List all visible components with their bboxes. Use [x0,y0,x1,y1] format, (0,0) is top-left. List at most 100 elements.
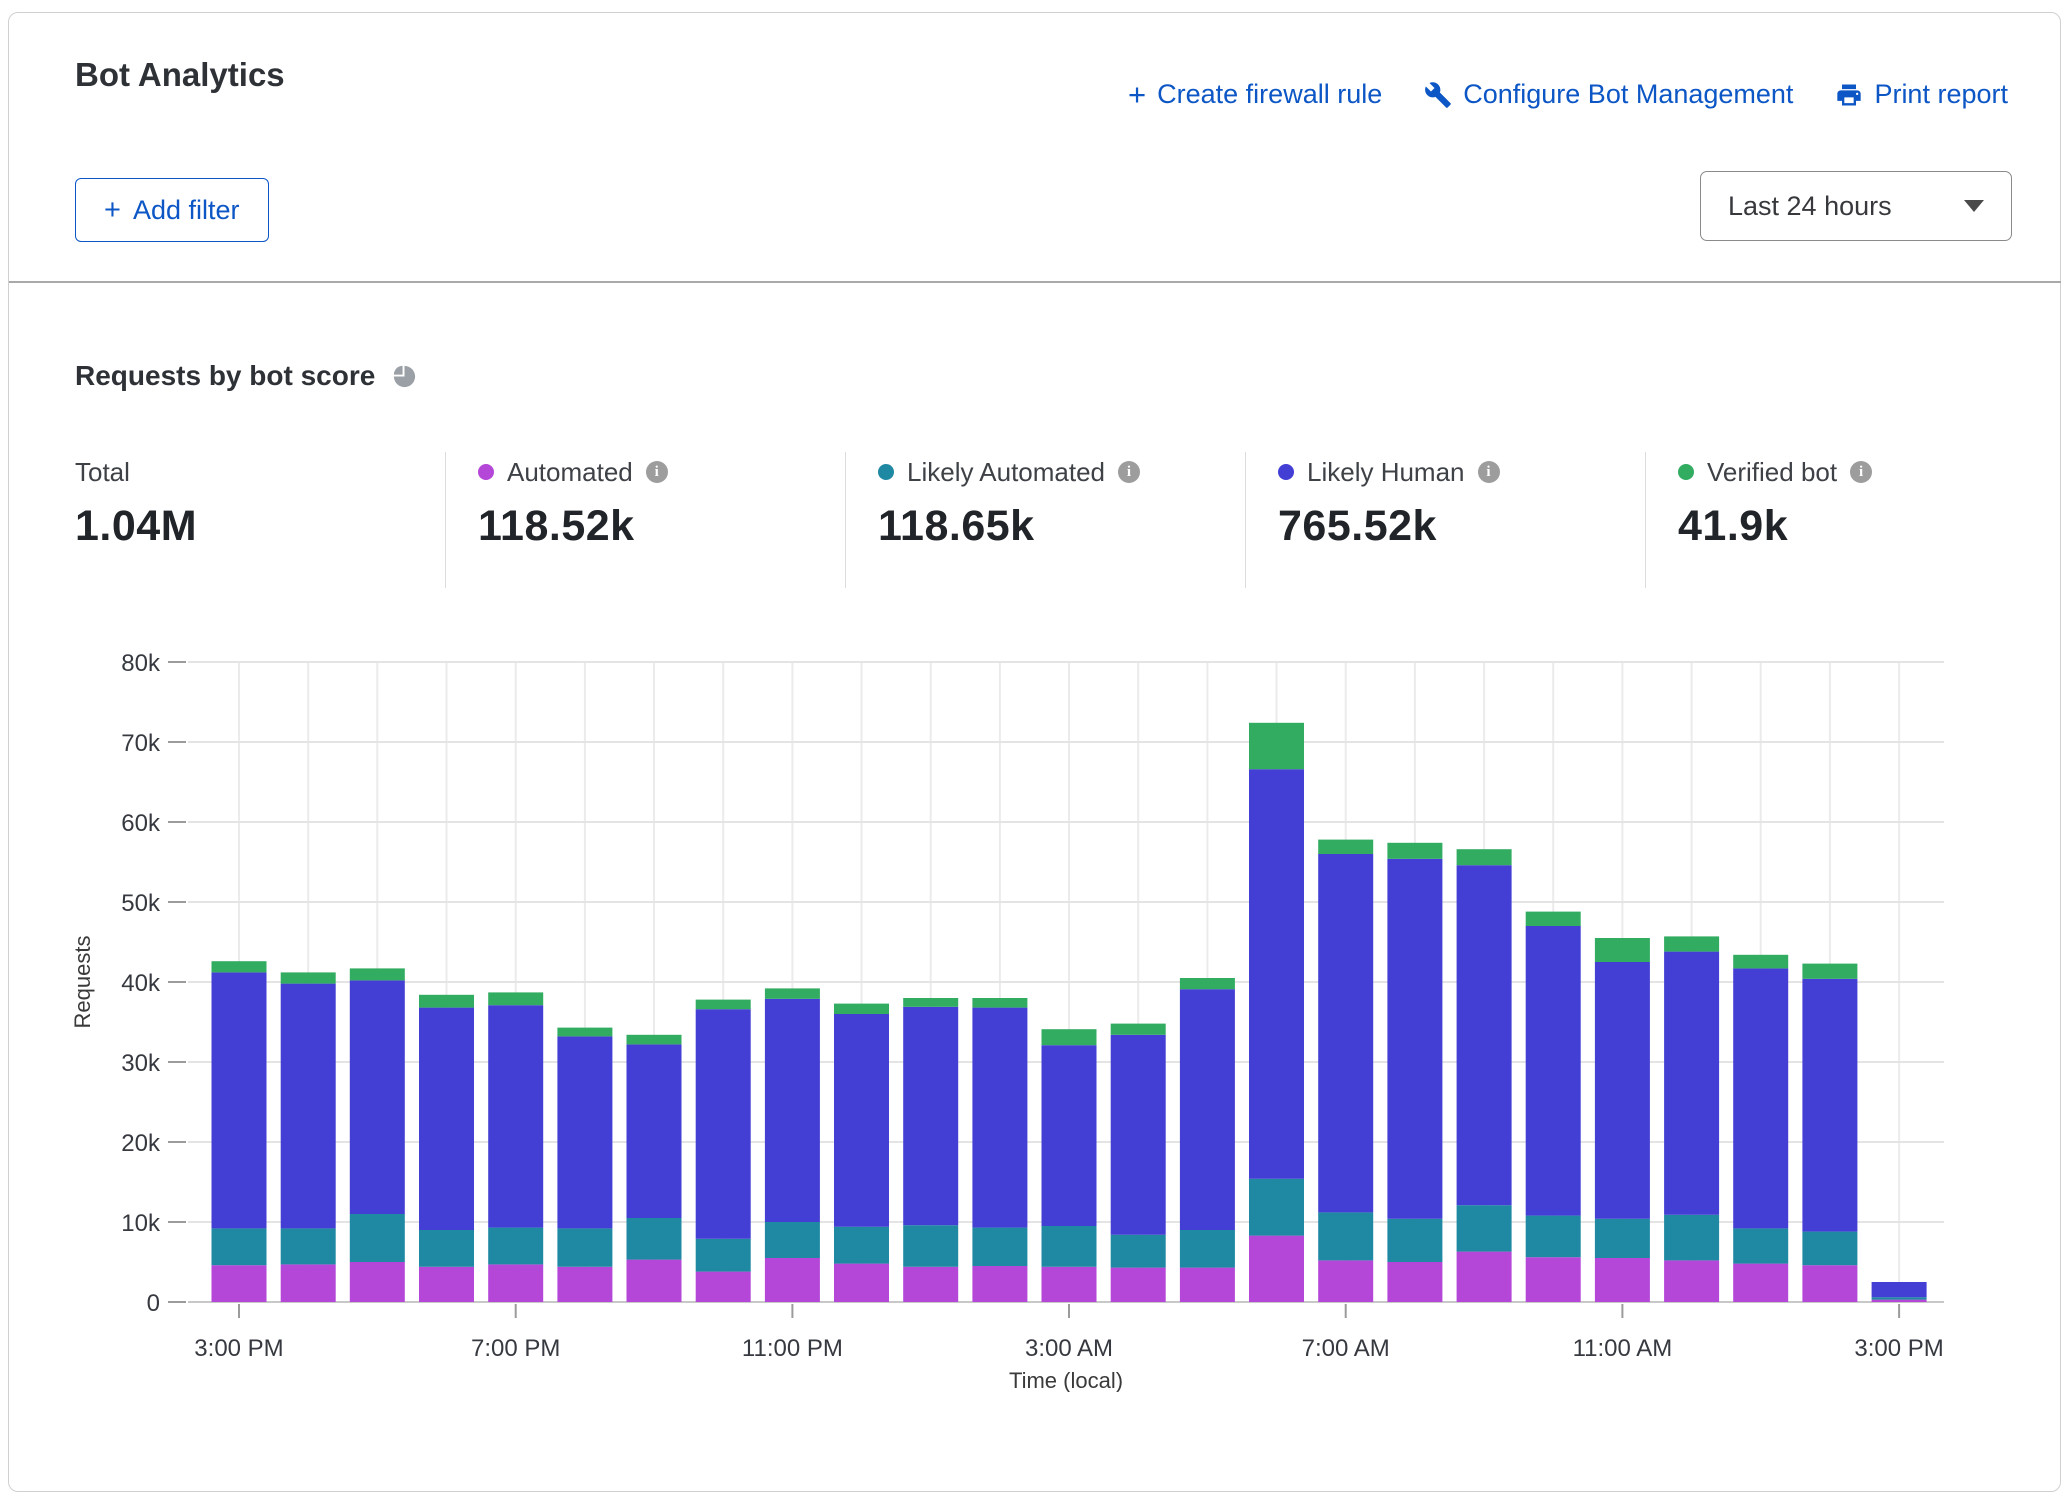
bar-segment[interactable] [557,1028,612,1037]
bar-segment[interactable] [627,1260,682,1302]
bar-segment[interactable] [627,1035,682,1045]
bar-segment[interactable] [903,1267,958,1302]
bar[interactable] [212,961,267,1302]
bar-segment[interactable] [834,1264,889,1302]
bar-segment[interactable] [1387,859,1442,1219]
bar-segment[interactable] [903,1007,958,1225]
bar-segment[interactable] [281,984,336,1229]
bar[interactable] [1802,964,1857,1302]
bar-segment[interactable] [1526,926,1581,1216]
bar[interactable] [1042,1029,1097,1302]
bar-segment[interactable] [1733,968,1788,1228]
bar[interactable] [1180,978,1235,1302]
bar-segment[interactable] [488,1228,543,1265]
bar-segment[interactable] [1249,1179,1304,1236]
bar-segment[interactable] [696,1000,751,1010]
bar-segment[interactable] [972,1008,1027,1228]
bar[interactable] [488,992,543,1302]
bar-segment[interactable] [765,999,820,1222]
bar-segment[interactable] [1042,1029,1097,1045]
bar-segment[interactable] [1872,1297,1927,1299]
bar-segment[interactable] [1180,1268,1235,1302]
bar-segment[interactable] [1733,1228,1788,1263]
bar-segment[interactable] [488,992,543,1005]
bar-segment[interactable] [1664,936,1719,951]
bar-segment[interactable] [1595,938,1650,962]
bar[interactable] [281,972,336,1302]
bar[interactable] [350,968,405,1302]
bar-segment[interactable] [1249,769,1304,1179]
bar[interactable] [696,1000,751,1302]
bar-segment[interactable] [1249,723,1304,769]
bar[interactable] [1526,912,1581,1302]
bar-segment[interactable] [350,1214,405,1262]
bar-segment[interactable] [1802,1232,1857,1266]
bar[interactable] [972,998,1027,1302]
bar[interactable] [627,1035,682,1302]
bar-segment[interactable] [1872,1282,1927,1297]
bar-segment[interactable] [972,1266,1027,1302]
bar[interactable] [419,995,474,1302]
info-icon[interactable]: i [1118,461,1140,483]
bar-segment[interactable] [1664,1215,1719,1261]
bar[interactable] [1249,723,1304,1302]
bar-segment[interactable] [281,1264,336,1302]
bar-segment[interactable] [903,998,958,1007]
bar-segment[interactable] [1664,1260,1719,1302]
bar-segment[interactable] [1180,1230,1235,1268]
create-firewall-rule-link[interactable]: + Create firewall rule [1128,79,1382,110]
print-report-link[interactable]: Print report [1835,79,2008,110]
bar-segment[interactable] [1526,1216,1581,1258]
bar[interactable] [1318,840,1373,1302]
bar-segment[interactable] [1595,962,1650,1219]
bar-segment[interactable] [627,1218,682,1260]
bar-segment[interactable] [1457,1205,1512,1251]
bar-segment[interactable] [972,998,1027,1008]
bar-segment[interactable] [1180,978,1235,989]
bar-segment[interactable] [972,1228,1027,1266]
bar-segment[interactable] [488,1264,543,1302]
bar-segment[interactable] [1249,1236,1304,1302]
bar-segment[interactable] [1387,1262,1442,1302]
bar-segment[interactable] [834,1014,889,1227]
bar-segment[interactable] [1595,1219,1650,1258]
bar-segment[interactable] [1664,952,1719,1215]
bar-segment[interactable] [696,1239,751,1272]
bar[interactable] [834,1004,889,1302]
bar-segment[interactable] [834,1227,889,1264]
time-range-dropdown[interactable]: Last 24 hours [1700,171,2012,241]
bar-segment[interactable] [1526,1257,1581,1302]
bar-segment[interactable] [350,968,405,980]
bar-segment[interactable] [1387,1219,1442,1262]
bar-segment[interactable] [1111,1235,1166,1268]
bar[interactable] [903,998,958,1302]
bar-segment[interactable] [1457,849,1512,865]
bar[interactable] [1111,1024,1166,1302]
bar[interactable] [1664,936,1719,1302]
bar-segment[interactable] [765,988,820,998]
bar-segment[interactable] [212,972,267,1228]
bar-segment[interactable] [1318,840,1373,854]
bar-segment[interactable] [419,1230,474,1267]
bar-segment[interactable] [1042,1045,1097,1226]
bar-segment[interactable] [1111,1024,1166,1035]
info-icon[interactable]: i [1850,461,1872,483]
bar-segment[interactable] [419,995,474,1008]
bar-segment[interactable] [1733,955,1788,969]
bar-segment[interactable] [1387,843,1442,859]
info-icon[interactable]: i [1478,461,1500,483]
bar-segment[interactable] [696,1272,751,1302]
bar[interactable] [557,1028,612,1302]
bar-segment[interactable] [1595,1258,1650,1302]
bar-segment[interactable] [1802,979,1857,1232]
bar-segment[interactable] [212,1228,267,1265]
bar-segment[interactable] [557,1036,612,1228]
bar-segment[interactable] [212,1265,267,1302]
bar-segment[interactable] [1802,964,1857,979]
bar-segment[interactable] [419,1008,474,1230]
bar-segment[interactable] [281,972,336,983]
bar-segment[interactable] [557,1267,612,1302]
bar-segment[interactable] [1042,1267,1097,1302]
bar-segment[interactable] [488,1005,543,1227]
bar-segment[interactable] [350,1262,405,1302]
